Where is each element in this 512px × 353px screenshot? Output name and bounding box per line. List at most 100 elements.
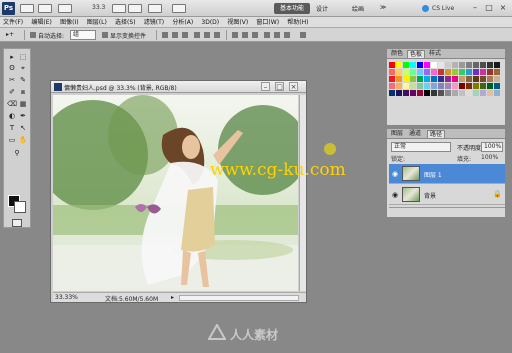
menu-file[interactable]: 文件(F) — [0, 17, 26, 28]
dodge-tool[interactable]: ◐ — [7, 112, 17, 121]
distribute-vcenter-icon[interactable] — [242, 32, 248, 38]
arrange-documents-icon[interactable] — [148, 4, 162, 13]
eye-icon[interactable]: ◉ — [391, 170, 399, 178]
crop-tool[interactable]: ✂ — [7, 76, 17, 85]
color-swatch[interactable] — [452, 90, 458, 96]
type-tool[interactable]: T — [7, 124, 17, 133]
color-swatch[interactable] — [473, 62, 479, 68]
color-swatch[interactable] — [473, 69, 479, 75]
layer-row[interactable]: ◉ 背景 🔒 — [389, 185, 505, 205]
workspace-more-link[interactable]: ≫ — [380, 4, 386, 11]
color-swatch[interactable] — [466, 69, 472, 75]
bridge-icon[interactable] — [20, 4, 34, 13]
color-swatch[interactable] — [473, 90, 479, 96]
zoom-level[interactable]: 33.3 — [92, 4, 106, 13]
menu-filter[interactable]: 滤镜(T) — [141, 17, 167, 28]
rotate-view-icon[interactable] — [128, 4, 142, 13]
doc-maximize-button[interactable]: □ — [275, 82, 284, 91]
vertical-scrollbar[interactable] — [299, 95, 306, 291]
tab-channels[interactable]: 通道 — [407, 130, 423, 138]
color-swatch[interactable] — [417, 83, 423, 89]
color-swatch[interactable] — [445, 83, 451, 89]
color-swatch[interactable] — [396, 76, 402, 82]
healing-brush-tool[interactable]: ✐ — [7, 88, 17, 97]
blend-mode-select[interactable]: 正常 — [391, 142, 451, 152]
workspace-essentials-button[interactable]: 基本功能 — [274, 3, 310, 14]
color-swatch[interactable] — [459, 83, 465, 89]
hand-tool-icon[interactable] — [112, 4, 126, 13]
color-swatch[interactable] — [431, 90, 437, 96]
color-swatch[interactable] — [438, 62, 444, 68]
color-swatch[interactable] — [403, 62, 409, 68]
tab-color[interactable]: 颜色 — [389, 50, 405, 58]
tab-paths[interactable]: 路径 — [427, 130, 446, 138]
auto-select-checkbox[interactable] — [30, 32, 36, 38]
distribute-top-icon[interactable] — [232, 32, 238, 38]
document-canvas[interactable] — [53, 95, 298, 291]
color-swatch[interactable] — [487, 83, 493, 89]
document-title-bar[interactable]: 慵懒贵妇人.psd @ 33.3% (背景, RGB/8) – □ × — [51, 81, 306, 93]
color-swatch[interactable] — [396, 83, 402, 89]
align-top-icon[interactable] — [162, 32, 168, 38]
color-swatch[interactable] — [424, 83, 430, 89]
color-swatch[interactable] — [403, 69, 409, 75]
screen-mode-icon[interactable] — [172, 4, 186, 13]
color-swatch[interactable] — [396, 90, 402, 96]
color-swatch[interactable] — [480, 69, 486, 75]
color-swatch[interactable] — [389, 83, 395, 89]
color-swatch[interactable] — [480, 62, 486, 68]
color-swatch[interactable] — [487, 90, 493, 96]
mini-bridge-icon[interactable] — [38, 4, 52, 13]
doc-close-button[interactable]: × — [289, 82, 298, 91]
color-swatch[interactable] — [487, 69, 493, 75]
cs-live-button[interactable]: CS Live — [420, 3, 460, 14]
color-swatch[interactable] — [424, 90, 430, 96]
color-swatch[interactable] — [403, 90, 409, 96]
color-swatch[interactable] — [396, 62, 402, 68]
view-extras-icon[interactable] — [58, 4, 72, 13]
color-swatch[interactable] — [494, 76, 500, 82]
color-swatch[interactable] — [494, 83, 500, 89]
color-swatch[interactable] — [445, 90, 451, 96]
color-swatch[interactable] — [445, 69, 451, 75]
color-swatch[interactable] — [473, 76, 479, 82]
color-swatch[interactable] — [410, 76, 416, 82]
menu-layer[interactable]: 图层(L) — [84, 17, 110, 28]
color-swatch[interactable] — [487, 76, 493, 82]
color-swatch[interactable] — [417, 90, 423, 96]
color-swatch[interactable] — [452, 83, 458, 89]
color-swatch[interactable] — [452, 76, 458, 82]
eraser-tool[interactable]: ⌫ — [7, 100, 17, 109]
fill-input[interactable]: 100% — [481, 154, 498, 161]
color-swatch[interactable] — [466, 62, 472, 68]
move-tool-icon[interactable]: ▸+ — [6, 31, 14, 38]
color-swatch[interactable] — [438, 69, 444, 75]
color-swatch[interactable] — [403, 76, 409, 82]
lasso-tool[interactable]: ʘ — [7, 64, 17, 73]
color-swatch[interactable] — [389, 76, 395, 82]
color-swatch[interactable] — [410, 69, 416, 75]
color-swatch[interactable] — [466, 90, 472, 96]
eyedropper-tool[interactable]: ✎ — [18, 76, 28, 85]
doc-minimize-button[interactable]: – — [261, 82, 270, 91]
workspace-painting-link[interactable]: 绘画 — [352, 4, 364, 13]
opacity-input[interactable]: 100% — [481, 142, 503, 152]
color-swatch[interactable] — [480, 90, 486, 96]
marquee-tool[interactable]: ⬚ — [18, 53, 28, 62]
distribute-bottom-icon[interactable] — [252, 32, 258, 38]
distribute-hcenter-icon[interactable] — [274, 32, 280, 38]
color-swatch[interactable] — [459, 62, 465, 68]
color-swatch[interactable] — [438, 76, 444, 82]
color-swatch[interactable] — [473, 83, 479, 89]
quick-mask-button[interactable] — [12, 219, 22, 227]
color-swatch[interactable] — [431, 83, 437, 89]
color-swatch[interactable] — [403, 83, 409, 89]
layer-row[interactable]: ◉ 图层 1 — [389, 164, 505, 184]
color-swatch[interactable] — [438, 90, 444, 96]
quick-select-tool[interactable]: ⌖ — [18, 64, 28, 73]
window-close-button[interactable]: × — [498, 3, 508, 13]
menu-view[interactable]: 视图(V) — [224, 17, 251, 28]
menu-edit[interactable]: 编辑(E) — [28, 17, 54, 28]
hand-tool[interactable]: ✋ — [18, 136, 28, 145]
color-swatch[interactable] — [389, 62, 395, 68]
